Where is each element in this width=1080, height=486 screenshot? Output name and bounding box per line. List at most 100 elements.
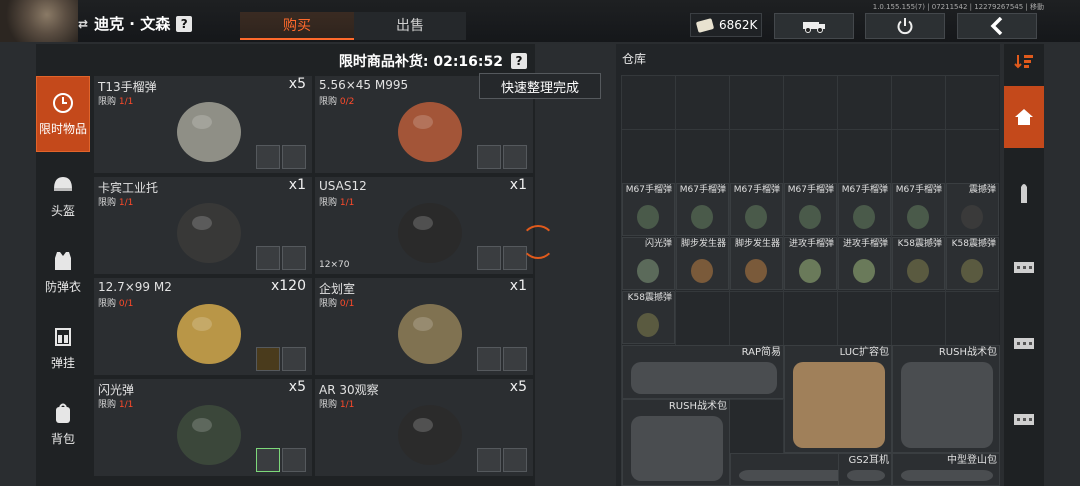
shop-item[interactable]: 闪光弹 限购 1/1 x5 (94, 379, 312, 476)
storage-item-image (799, 205, 821, 229)
storage-item[interactable]: M67手榴弹 (892, 183, 945, 236)
storage-large-item[interactable]: LUC扩容包 (784, 345, 892, 453)
storage-item-label: 进攻手榴弹 (788, 239, 834, 249)
item-variant-thumb[interactable] (477, 448, 501, 472)
category-chest-rig[interactable]: 弹挂 (36, 310, 90, 386)
item-variant-thumb[interactable] (282, 145, 306, 169)
storage-item-label: LUC扩容包 (839, 347, 889, 358)
storage-large-item[interactable]: RAP简易 (622, 345, 784, 399)
storage-item-label: M67手榴弹 (841, 185, 888, 195)
limit-value: 0/1 (339, 299, 355, 309)
item-variant-thumb[interactable] (282, 246, 306, 270)
shop-item[interactable]: 卡宾工业托 限购 1/1 x1 (94, 177, 312, 274)
category-limited[interactable]: 限时物品 (36, 76, 90, 152)
category-backpack[interactable]: 背包 (36, 386, 90, 462)
storage-item[interactable]: M67手榴弹 (784, 183, 837, 236)
sort-storage-button[interactable] (1004, 44, 1044, 80)
storage-item[interactable]: 进攻手榴弹 (784, 237, 837, 290)
storage-container-button-3[interactable] (1004, 394, 1044, 444)
storage-large-item[interactable]: 中型登山包 (892, 453, 1000, 486)
item-variant-thumb[interactable] (503, 347, 527, 371)
vehicle-button[interactable] (774, 13, 854, 39)
help-icon[interactable]: ? (176, 15, 193, 32)
tab-sell[interactable]: 出售 (354, 12, 466, 40)
shop-item[interactable]: 企划室 限购 0/1 x1 (315, 278, 533, 375)
storage-item[interactable]: M67手榴弹 (730, 183, 783, 236)
storage-item-label: 中型登山包 (947, 455, 997, 466)
storage-ammo-button[interactable] (1004, 168, 1044, 218)
item-variant-thumb[interactable] (256, 347, 280, 371)
restock-label: 限时商品补货: 02:16:52 (338, 54, 503, 70)
storage-item[interactable]: 震撼弹 (946, 183, 999, 236)
item-count: x5 (509, 379, 527, 395)
item-limit: 限购 0/1 (319, 296, 354, 309)
item-name: AR 30观察 (319, 383, 379, 397)
item-variant-thumb[interactable] (256, 246, 280, 270)
storage-home-button[interactable] (1004, 86, 1044, 148)
player-avatar[interactable] (0, 0, 78, 42)
shop-item[interactable]: T13手榴弹 限购 1/1 x5 (94, 76, 312, 173)
category-label: 背包 (50, 431, 75, 446)
storage-item[interactable]: 脚步发生器 (730, 237, 783, 290)
player-info: ⇄ 迪克 · 文森 ? (78, 13, 193, 34)
limit-value: 0/2 (339, 97, 355, 107)
chest-rig-icon (55, 327, 71, 346)
item-variant-thumb[interactable] (477, 347, 501, 371)
restock-help-icon[interactable]: ? (511, 53, 527, 69)
category-label: 防弹衣 (44, 279, 81, 294)
limit-label: 限购 (319, 299, 338, 309)
sort-complete-button[interactable]: 快速整理完成 (479, 73, 601, 99)
item-thumbnails (477, 448, 527, 472)
swap-icon[interactable]: ⇄ (78, 17, 88, 31)
item-image (177, 203, 241, 263)
storage-item[interactable]: K58震撼弹 (622, 291, 675, 344)
storage-large-item[interactable]: RUSH战术包 (892, 345, 1000, 453)
storage-item-image (691, 259, 713, 283)
category-helmet[interactable]: 头盔 (36, 158, 90, 234)
storage-item[interactable]: M67手榴弹 (838, 183, 891, 236)
storage-item-label: 脚步发生器 (734, 239, 780, 249)
shop-item[interactable]: AR 30观察 限购 1/1 x5 (315, 379, 533, 476)
shop-item[interactable]: 12.7×99 M2 限购 0/1 x120 (94, 278, 312, 375)
item-variant-thumb[interactable] (256, 448, 280, 472)
storage-item[interactable]: 闪光弹 (622, 237, 675, 290)
item-limit: 限购 0/2 (319, 94, 354, 107)
item-variant-thumb[interactable] (256, 145, 280, 169)
clock-icon (53, 92, 73, 113)
storage-item-image (907, 259, 929, 283)
storage-item-label: M67手榴弹 (625, 185, 672, 195)
power-button[interactable] (865, 13, 945, 39)
storage-container-button-2[interactable] (1004, 318, 1044, 368)
storage-item[interactable]: M67手榴弹 (676, 183, 729, 236)
storage-item[interactable]: K58震撼弹 (892, 237, 945, 290)
storage-item[interactable]: 进攻手榴弹 (838, 237, 891, 290)
item-variant-thumb[interactable] (477, 145, 501, 169)
storage-item[interactable]: K58震撼弹 (946, 237, 999, 290)
storage-item-image (631, 416, 723, 481)
back-button[interactable] (957, 13, 1037, 39)
shop-item[interactable]: USAS12 限购 1/1 x1 12×70 (315, 177, 533, 274)
item-count: x1 (288, 177, 306, 193)
limit-value: 1/1 (118, 97, 134, 107)
item-thumbnails (256, 448, 306, 472)
storage-large-item[interactable]: RUSH战术包 (622, 399, 730, 486)
item-variant-thumb[interactable] (477, 246, 501, 270)
category-armor[interactable]: 防弹衣 (36, 234, 90, 310)
money-icon (695, 17, 715, 33)
item-variant-thumb[interactable] (282, 347, 306, 371)
currency-amount: 6862K (719, 18, 758, 32)
storage-item-label: RUSH战术包 (668, 401, 727, 412)
category-label: 限时物品 (38, 121, 87, 136)
storage-item[interactable]: M67手榴弹 (622, 183, 675, 236)
tab-buy[interactable]: 购买 (240, 12, 354, 40)
limit-label: 限购 (319, 400, 338, 410)
item-variant-thumb[interactable] (282, 448, 306, 472)
item-name: 闪光弹 (98, 383, 135, 397)
item-variant-thumb[interactable] (503, 145, 527, 169)
item-variant-thumb[interactable] (503, 448, 527, 472)
storage-container-button-1[interactable] (1004, 242, 1044, 292)
storage-item-image (745, 259, 767, 283)
helmet-icon (54, 176, 72, 191)
storage-large-item[interactable]: GS2耳机 (838, 453, 892, 486)
storage-item[interactable]: 脚步发生器 (676, 237, 729, 290)
